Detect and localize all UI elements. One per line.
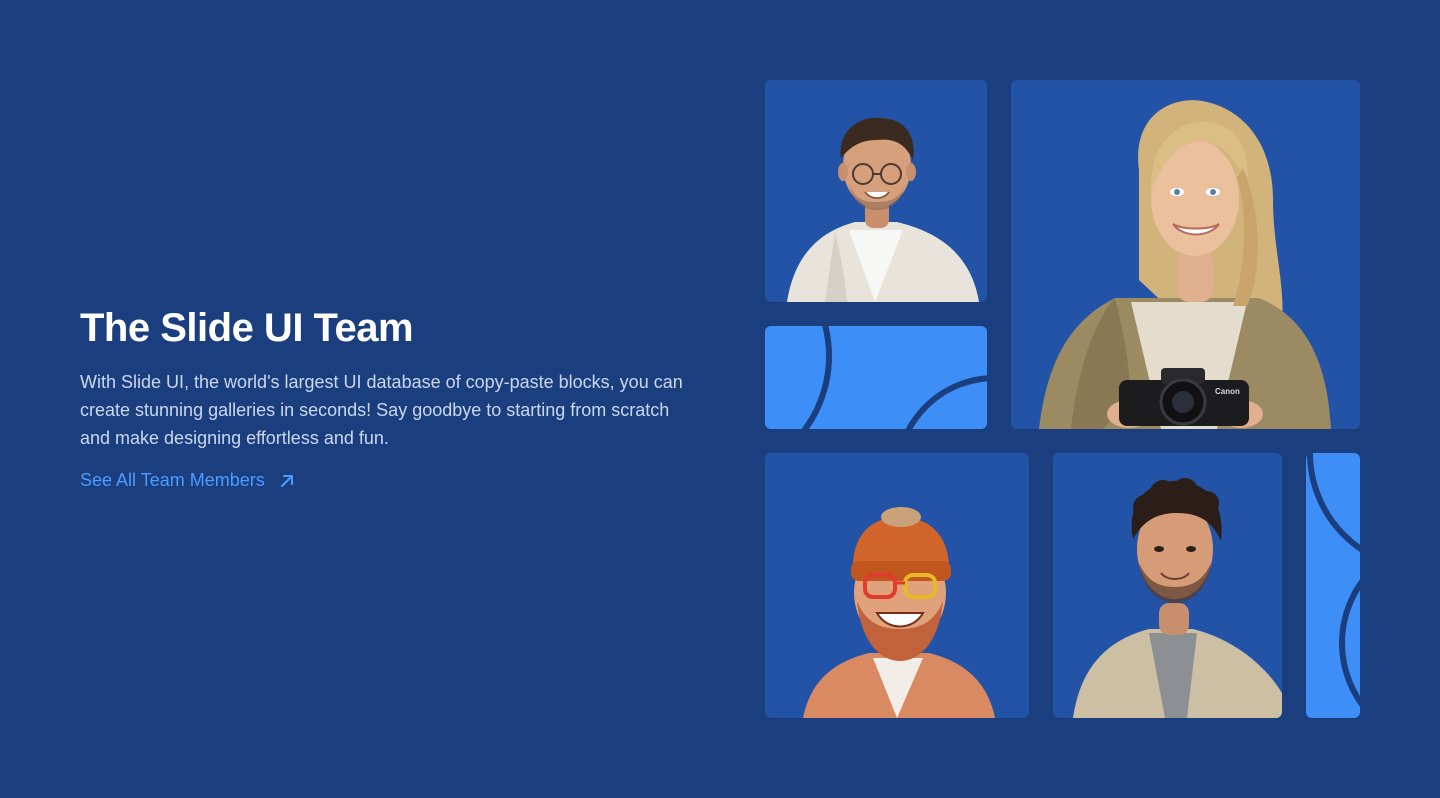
team-photo-4: [1053, 453, 1282, 718]
section-title: The Slide UI Team: [80, 306, 414, 350]
svg-text:Canon: Canon: [1215, 387, 1240, 396]
decor-tile-arcs-2: [1306, 453, 1360, 718]
decor-tile-arcs-1: [765, 326, 987, 429]
team-intro: The Slide UI Team With Slide UI, the wor…: [80, 300, 720, 491]
see-all-team-members-link[interactable]: See All Team Members: [80, 470, 295, 491]
section-description: With Slide UI, the world's largest UI da…: [80, 372, 683, 448]
portrait-woman-camera: Canon: [1039, 100, 1331, 429]
team-photo-1: [765, 80, 987, 302]
arrow-up-right-icon: [279, 473, 295, 489]
team-section: The Slide UI Team With Slide UI, the wor…: [0, 0, 1440, 798]
arc-pattern-decor: [1307, 453, 1360, 707]
portrait-man-beanie: [803, 507, 995, 718]
portrait-man-curly-hair: [1073, 478, 1282, 718]
arc-pattern-decor: [801, 326, 987, 429]
cta-label: See All Team Members: [80, 470, 265, 490]
portrait-man-glasses: [787, 117, 979, 302]
team-photo-3: [765, 453, 1029, 718]
team-photo-2: Canon: [1011, 80, 1360, 429]
